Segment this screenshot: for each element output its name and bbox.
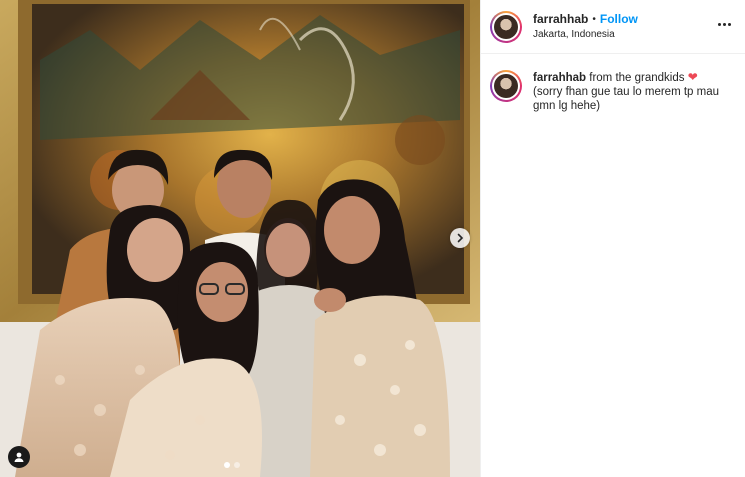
carousel-dot-active	[224, 462, 230, 468]
post-header: farrahhab • Follow Jakarta, Indonesia	[481, 0, 745, 54]
user-tag-icon	[14, 452, 24, 462]
caption: farrahhab from the grandkids ❤ (sorry fh…	[481, 54, 745, 113]
post-photo[interactable]	[0, 0, 480, 477]
more-options-icon[interactable]	[716, 19, 733, 30]
carousel-dot	[234, 462, 240, 468]
user-tags-button[interactable]	[8, 446, 30, 468]
caption-body: from the grandkids	[589, 72, 685, 84]
separator: •	[592, 13, 596, 25]
caption-avatar[interactable]	[490, 70, 522, 102]
caption-username-link[interactable]: farrahhab	[533, 72, 586, 84]
username-link[interactable]: farrahhab	[533, 12, 588, 27]
location-link[interactable]: Jakarta, Indonesia	[533, 29, 638, 41]
follow-button[interactable]: Follow	[600, 12, 638, 27]
family-photo-illustration	[0, 0, 480, 477]
carousel-next-button[interactable]	[450, 228, 470, 248]
carousel-indicator	[224, 462, 240, 468]
heart-emoji-icon: ❤	[687, 70, 698, 84]
caption-text: farrahhab from the grandkids ❤ (sorry fh…	[533, 70, 729, 113]
avatar[interactable]	[490, 10, 522, 43]
chevron-right-icon	[457, 233, 464, 243]
instagram-post: farrahhab • Follow Jakarta, Indonesia fa…	[0, 0, 745, 477]
caption-body-line2: (sorry fhan gue tau lo merem tp mau gmn …	[533, 86, 719, 112]
post-side-panel: farrahhab • Follow Jakarta, Indonesia fa…	[480, 0, 745, 477]
